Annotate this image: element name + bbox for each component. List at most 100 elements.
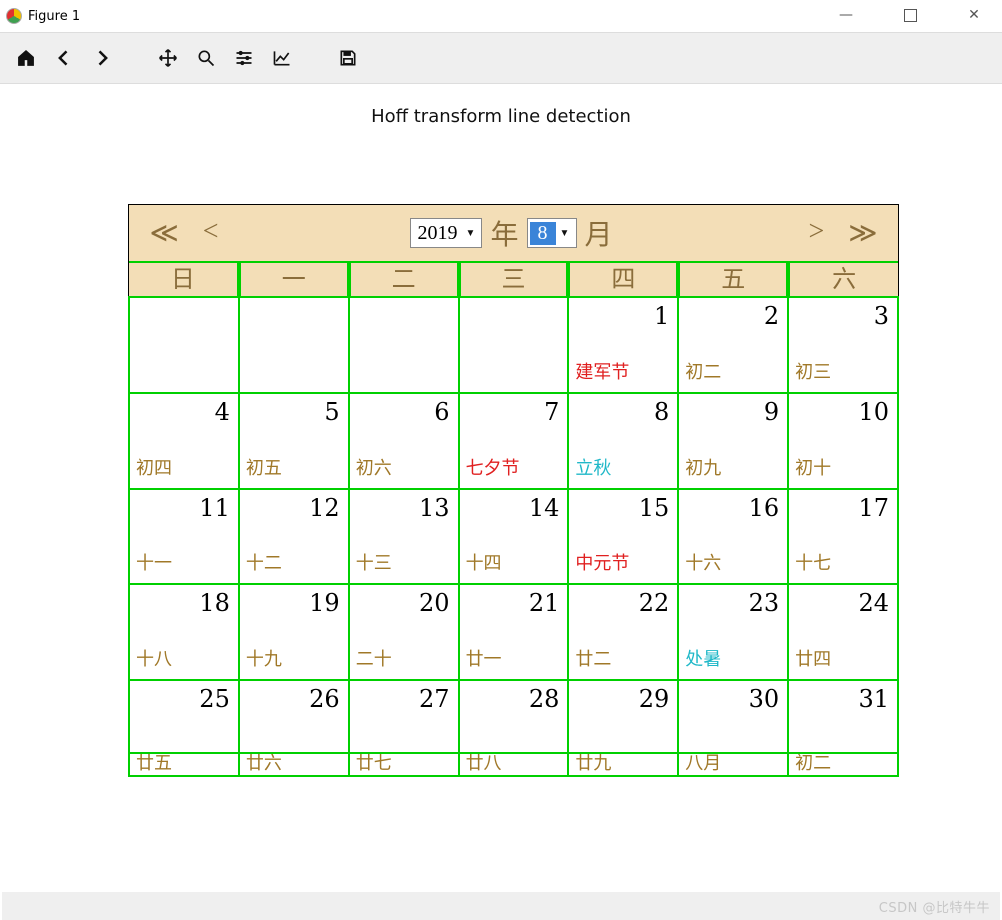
calendar-image: ≪ < 2019 ▼ 年 8 ▼ 月 > ≫ 日 一 二 三 四 五 六 1建军… — [128, 204, 899, 777]
nav-mid: 2019 ▼ 年 8 ▼ 月 — [239, 213, 788, 253]
day-number: 31 — [858, 685, 889, 713]
day-number: 16 — [749, 494, 780, 522]
move-icon[interactable] — [154, 44, 182, 72]
window-controls — [828, 0, 992, 33]
calendar-cell[interactable]: 5 初五 — [238, 392, 350, 490]
calendar-cell[interactable]: 24廿四 — [787, 583, 899, 681]
day-subtext: 初二 — [685, 358, 721, 384]
calendar-cell[interactable]: 14十四 — [458, 488, 570, 586]
prev-year-button[interactable]: ≪ — [149, 216, 178, 250]
prev-month-button[interactable]: < — [203, 216, 219, 250]
day-number: 26 — [309, 685, 340, 713]
day-number: 30 — [749, 685, 780, 713]
day-subtext: 初六 — [356, 454, 392, 480]
home-icon[interactable] — [12, 44, 40, 72]
calendar-cell[interactable]: 9初九 — [677, 392, 789, 490]
calendar-cell[interactable]: 8 立秋 — [567, 392, 679, 490]
titlebar-left: Figure 1 — [6, 8, 80, 24]
day-number: 1 — [654, 302, 669, 330]
next-month-button[interactable]: > — [808, 216, 824, 250]
calendar-cell[interactable]: 16十六 — [677, 488, 789, 586]
calendar-cell[interactable]: 26廿六 — [238, 679, 350, 777]
day-number: 9 — [764, 398, 779, 426]
minimize-button[interactable] — [828, 0, 864, 33]
day-number: 4 — [215, 398, 230, 426]
month-select[interactable]: 8 ▼ — [527, 218, 577, 248]
day-number: 14 — [529, 494, 560, 522]
day-number: 12 — [309, 494, 340, 522]
maximize-button[interactable] — [892, 0, 928, 33]
calendar-cell[interactable]: 3初三 — [787, 296, 899, 394]
calendar-cell[interactable]: 25廿五 — [128, 679, 240, 777]
day-number: 15 — [639, 494, 670, 522]
calendar-grid: 1建军节2初二3初三 4初四 5 初五 6初六7七夕节 8 立秋 9初九10初十 11十一 12 十… — [129, 297, 898, 776]
calendar-cell[interactable]: 6初六 — [348, 392, 460, 490]
zoom-icon[interactable] — [192, 44, 220, 72]
day-number: 29 — [639, 685, 670, 713]
chevron-down-icon: ▼ — [556, 228, 574, 239]
app-icon — [6, 8, 22, 24]
day-subtext: 二十 — [356, 645, 392, 671]
day-number: 25 — [199, 685, 230, 713]
calendar-cell[interactable] — [348, 296, 460, 394]
day-subtext: 处暑 — [685, 645, 721, 671]
titlebar: Figure 1 — [0, 0, 1002, 32]
calendar-cell[interactable]: 30八月 — [677, 679, 789, 777]
window-title: Figure 1 — [28, 9, 80, 24]
calendar-cell[interactable]: 29廿九 — [567, 679, 679, 777]
calendar-cell[interactable]: 4初四 — [128, 392, 240, 490]
calendar-cell[interactable]: 2初二 — [677, 296, 789, 394]
next-year-button[interactable]: ≫ — [848, 216, 877, 250]
calendar-cell[interactable]: 17 十七 — [787, 488, 899, 586]
day-subtext: 立秋 — [575, 454, 611, 480]
calendar-cell[interactable]: 12 十二 — [238, 488, 350, 586]
calendar-cell[interactable]: 19十九 — [238, 583, 350, 681]
weekday: 六 — [788, 263, 898, 297]
day-number: 8 — [654, 398, 669, 426]
toolbar — [0, 32, 1002, 84]
weekday: 二 — [349, 263, 459, 297]
calendar-cell[interactable]: 13十三 — [348, 488, 460, 586]
calendar-cell[interactable]: 20 二十 — [348, 583, 460, 681]
calendar-cell[interactable] — [128, 296, 240, 394]
nav-right: > ≫ — [788, 216, 898, 250]
day-number: 22 — [639, 589, 670, 617]
day-number: 17 — [858, 494, 889, 522]
calendar-cell[interactable]: 23处暑 — [677, 583, 789, 681]
day-number: 3 — [874, 302, 889, 330]
forward-icon[interactable] — [88, 44, 116, 72]
back-icon[interactable] — [50, 44, 78, 72]
calendar-cell[interactable]: 1建军节 — [567, 296, 679, 394]
calendar-cell[interactable]: 21廿一 — [458, 583, 570, 681]
day-number: 20 — [419, 589, 450, 617]
day-number: 5 — [324, 398, 339, 426]
month-label: 月 — [581, 213, 617, 253]
calendar-cell[interactable]: 28廿八 — [458, 679, 570, 777]
calendar-cell[interactable]: 31初二 — [787, 679, 899, 777]
calendar-cell[interactable]: 27廿七 — [348, 679, 460, 777]
day-subtext: 十二 — [246, 549, 282, 575]
save-icon[interactable] — [334, 44, 362, 72]
year-label: 年 — [486, 213, 522, 253]
day-subtext: 初五 — [246, 454, 282, 480]
day-subtext: 十一 — [136, 549, 172, 575]
day-number: 10 — [858, 398, 889, 426]
calendar-cell[interactable]: 22 廿二 — [567, 583, 679, 681]
year-select[interactable]: 2019 ▼ — [410, 218, 482, 248]
calendar-cell[interactable]: 18十八 — [128, 583, 240, 681]
calendar-cell[interactable] — [458, 296, 570, 394]
calendar-cell[interactable]: 7七夕节 — [458, 392, 570, 490]
day-number: 27 — [419, 685, 450, 713]
calendar-cell[interactable] — [238, 296, 350, 394]
close-button[interactable] — [956, 0, 992, 33]
day-subtext: 廿二 — [575, 645, 611, 671]
weekday: 五 — [678, 263, 788, 297]
day-number: 21 — [529, 589, 560, 617]
sliders-icon[interactable] — [230, 44, 258, 72]
plot-icon[interactable] — [268, 44, 296, 72]
day-number: 28 — [529, 685, 560, 713]
calendar-cell[interactable]: 11十一 — [128, 488, 240, 586]
calendar-cell[interactable]: 15中元节 — [567, 488, 679, 586]
day-subtext: 十七 — [795, 549, 831, 575]
calendar-cell[interactable]: 10初十 — [787, 392, 899, 490]
